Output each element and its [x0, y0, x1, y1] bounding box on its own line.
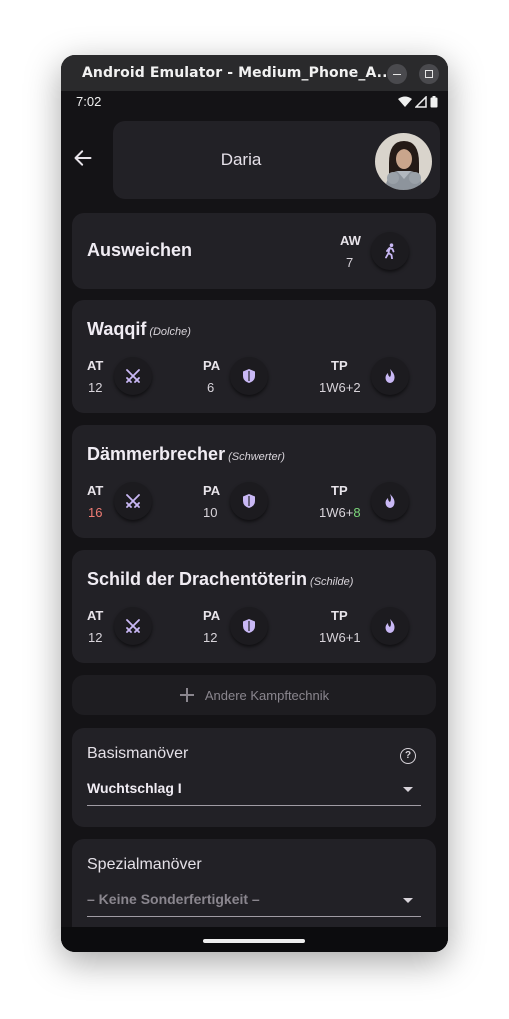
- at-label: AT: [87, 608, 104, 623]
- tp-bonus: 8: [353, 505, 361, 520]
- dodge-card: Ausweichen AW 7: [72, 213, 436, 289]
- tp-bonus: 2: [353, 380, 361, 395]
- attack-roll-button[interactable]: [114, 607, 152, 645]
- app-bar: Daria: [61, 115, 448, 201]
- add-technique-label: Andere Kampftechnik: [204, 687, 330, 703]
- tp-label: TP: [331, 483, 348, 498]
- add-technique-button[interactable]: Andere Kampftechnik: [72, 675, 436, 715]
- tp-bonus: 1: [353, 630, 361, 645]
- weapon-name: Waqqif: [87, 319, 147, 339]
- crossed-swords-icon: [126, 494, 140, 508]
- dodge-roll-button[interactable]: [371, 232, 409, 270]
- attack-roll-button[interactable]: [114, 357, 152, 395]
- shield-icon: [243, 369, 255, 383]
- weapon-name: Schild der Drachentöterin: [87, 569, 308, 589]
- at-label: AT: [87, 358, 104, 373]
- basic-maneuver-card: Basismanöver ? Wuchtschlag I: [72, 728, 436, 827]
- status-bar: 7:02: [61, 91, 448, 115]
- damage-roll-button[interactable]: [371, 607, 409, 645]
- flame-icon: [385, 494, 395, 508]
- status-time: 7:02: [76, 94, 102, 109]
- character-avatar[interactable]: [375, 133, 432, 190]
- basic-maneuver-dropdown[interactable]: Wuchtschlag I: [87, 775, 421, 806]
- weapon-type: (Dolche): [149, 326, 191, 338]
- emulator-window: Android Emulator - Medium_Phone_A... 7:0…: [61, 55, 448, 952]
- shield-icon: [243, 619, 255, 633]
- dodge-title: Ausweichen: [87, 240, 193, 260]
- weapon-type: (Schwerter): [228, 451, 285, 463]
- parry-roll-button[interactable]: [230, 482, 268, 520]
- flame-icon: [385, 369, 395, 383]
- weapon-card: Schild der Drachentöterin (Schilde) AT 12…: [72, 550, 436, 663]
- dropdown-arrow-icon: [403, 898, 413, 903]
- attack-roll-button[interactable]: [114, 482, 152, 520]
- weapon-card: Dämmerbrecher (Schwerter) AT 16 PA 10 TP …: [72, 425, 436, 538]
- wifi-icon: [398, 96, 412, 107]
- weapon-title: Dämmerbrecher (Schwerter): [87, 444, 285, 465]
- navigation-bar: [61, 927, 448, 952]
- battery-icon: [430, 96, 438, 108]
- shield-icon: [243, 494, 255, 508]
- at-value: 12: [88, 380, 103, 395]
- parry-roll-button[interactable]: [230, 357, 268, 395]
- tp-base: 1W6+: [319, 505, 354, 520]
- tp-label: TP: [331, 358, 348, 373]
- pa-value: 12: [203, 630, 218, 645]
- plus-icon: [179, 688, 194, 702]
- special-maneuver-title: Spezialmanöver: [87, 856, 202, 873]
- minimize-button[interactable]: [387, 64, 407, 84]
- weapon-type: (Schilde): [310, 576, 354, 588]
- status-icons: [398, 96, 438, 108]
- pa-value: 6: [207, 380, 215, 395]
- gesture-handle[interactable]: [203, 939, 305, 943]
- special-maneuver-dropdown[interactable]: – Keine Sonderfertigkeit –: [87, 886, 421, 917]
- weapon-title: Schild der Drachentöterin (Schilde): [87, 569, 353, 590]
- weapon-title: Waqqif (Dolche): [87, 319, 191, 340]
- damage-roll-button[interactable]: [371, 357, 409, 395]
- weapon-card: Waqqif (Dolche) AT 12 PA 6 TP 1W6+2: [72, 300, 436, 413]
- basic-maneuver-title: Basismanöver: [87, 745, 189, 762]
- pa-label: PA: [203, 483, 221, 498]
- tp-label: TP: [331, 608, 348, 623]
- at-label: AT: [87, 483, 104, 498]
- tp-value: 1W6+1: [319, 630, 361, 645]
- special-maneuver-value: – Keine Sonderfertigkeit –: [87, 891, 260, 907]
- window-title: Android Emulator - Medium_Phone_A...: [82, 65, 393, 81]
- basic-maneuver-value: Wuchtschlag I: [87, 780, 182, 796]
- phone-screen: 7:02 Daria Ausweichen AW 7 Waqqif (Dolch…: [61, 91, 448, 952]
- parry-roll-button[interactable]: [230, 607, 268, 645]
- tp-base: 1W6+: [319, 380, 354, 395]
- window-titlebar[interactable]: Android Emulator - Medium_Phone_A...: [61, 55, 448, 91]
- at-value: 16: [88, 505, 103, 520]
- pa-value: 10: [203, 505, 218, 520]
- special-maneuver-card: Spezialmanöver – Keine Sonderfertigkeit …: [72, 839, 436, 939]
- running-person-icon: [385, 243, 395, 259]
- dodge-stat-label: AW: [340, 233, 361, 248]
- tp-value: 1W6+8: [319, 505, 361, 520]
- tp-value: 1W6+2: [319, 380, 361, 395]
- portrait-image: [375, 133, 432, 190]
- weapon-name: Dämmerbrecher: [87, 444, 226, 464]
- maximize-button[interactable]: [419, 64, 439, 84]
- help-icon[interactable]: ?: [400, 748, 416, 764]
- character-card[interactable]: Daria: [113, 121, 440, 199]
- flame-icon: [385, 619, 395, 633]
- tp-base: 1W6+: [319, 630, 354, 645]
- pa-label: PA: [203, 608, 221, 623]
- dropdown-arrow-icon: [403, 787, 413, 792]
- signal-icon: [415, 96, 427, 108]
- damage-roll-button[interactable]: [371, 482, 409, 520]
- at-value: 12: [88, 630, 103, 645]
- dodge-stat-value: 7: [346, 255, 354, 270]
- back-arrow-icon[interactable]: [73, 148, 93, 168]
- pa-label: PA: [203, 358, 221, 373]
- crossed-swords-icon: [126, 369, 140, 383]
- crossed-swords-icon: [126, 619, 140, 633]
- character-name: Daria: [220, 150, 262, 169]
